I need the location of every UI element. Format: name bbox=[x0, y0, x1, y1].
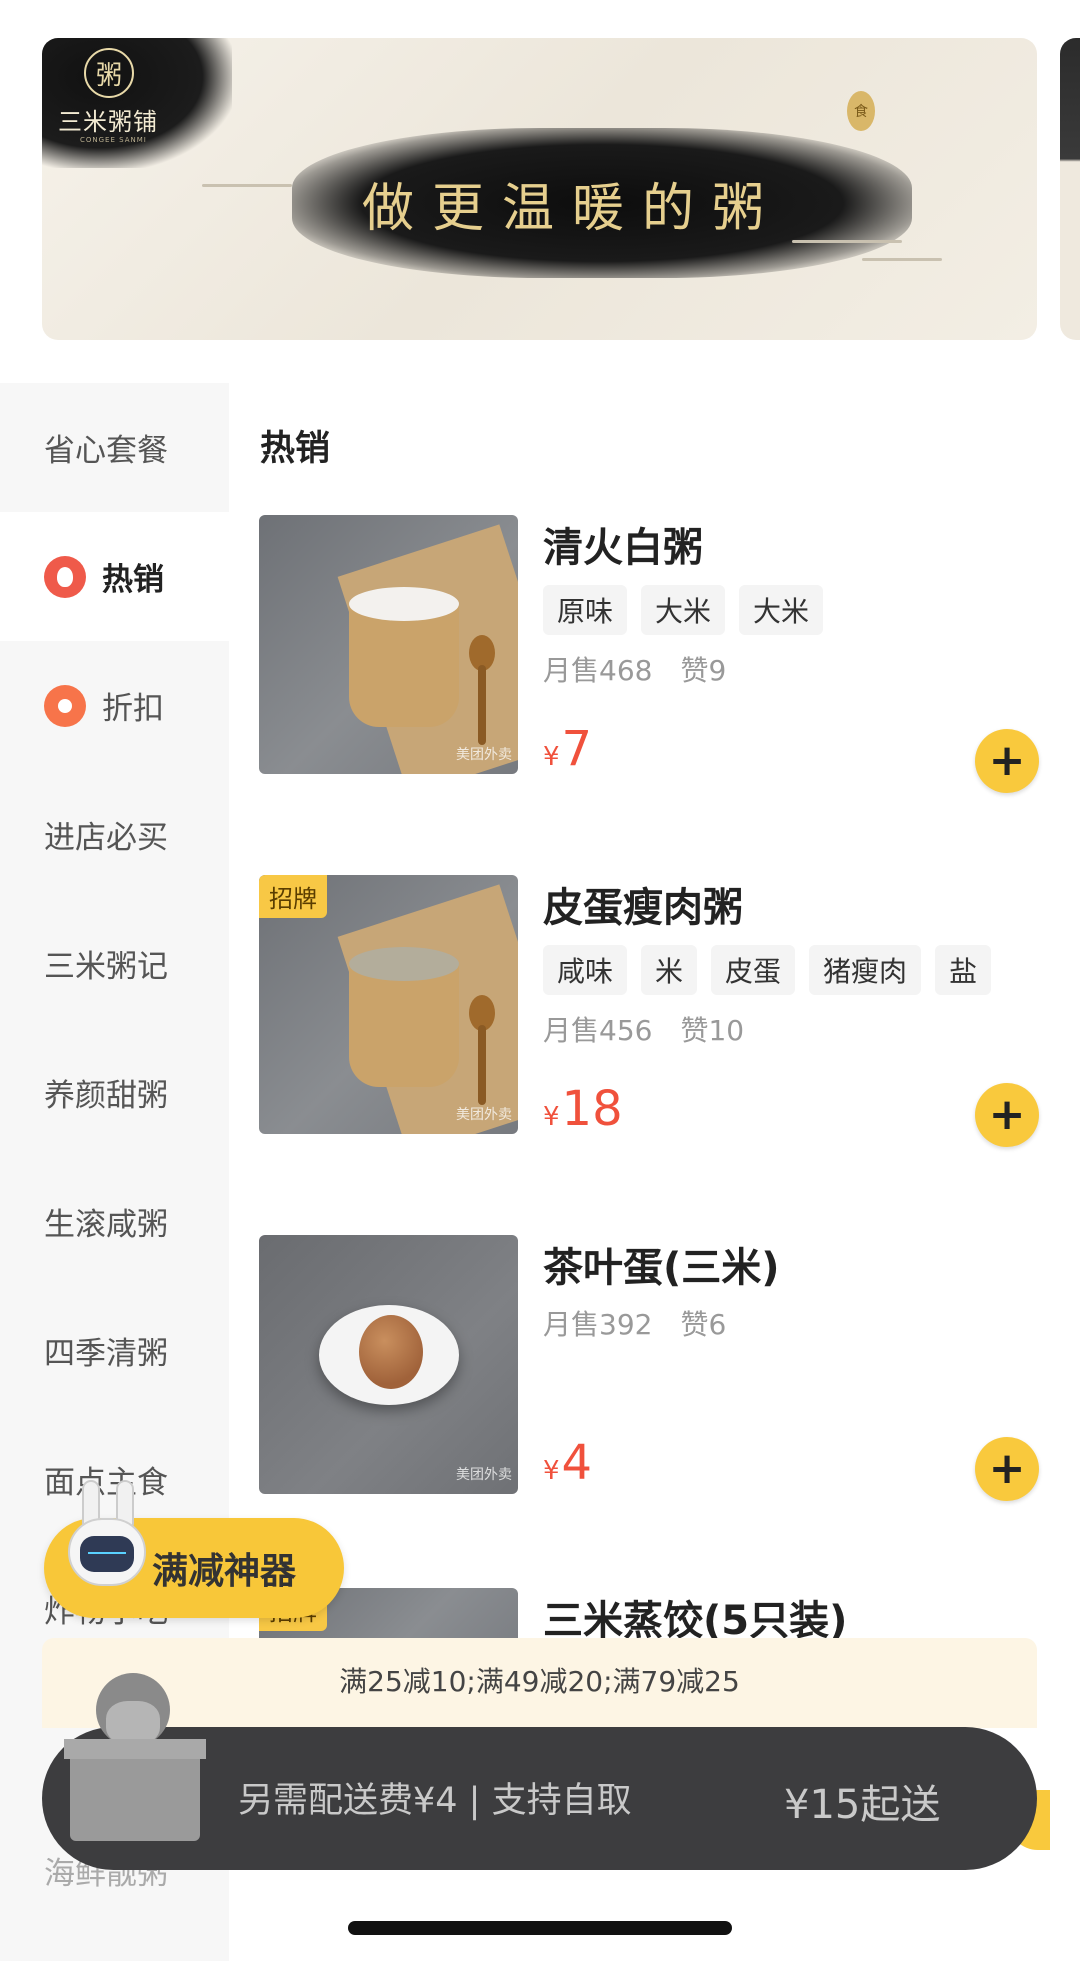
home-indicator[interactable] bbox=[348, 1921, 732, 1935]
robot-face-decoration bbox=[80, 1536, 134, 1572]
promo-label: 满减神器 bbox=[152, 1551, 297, 1592]
brand-logo-icon: 粥 bbox=[84, 48, 134, 98]
likes-count: 赞9 bbox=[680, 654, 727, 687]
product-tags: 原味 大米 大米 bbox=[543, 585, 824, 635]
add-to-cart-button[interactable]: + bbox=[975, 1083, 1039, 1147]
banner-slogan: 做更温暖的粥 bbox=[362, 179, 783, 239]
likes-count: 赞10 bbox=[680, 1014, 745, 1047]
robot-pulse-decoration bbox=[88, 1552, 126, 1554]
price-value: 4 bbox=[561, 1435, 593, 1491]
sidebar-item-must-buy[interactable]: 进店必买 bbox=[0, 770, 229, 899]
add-to-cart-button[interactable]: + bbox=[975, 729, 1039, 793]
cloud-line-decoration bbox=[792, 240, 902, 243]
sidebar-item-label: 热销 bbox=[102, 562, 164, 598]
sidebar-item-label: 省心套餐 bbox=[44, 433, 168, 469]
brand-english-name: CONGEE SANMI bbox=[80, 136, 147, 144]
product-tag: 原味 bbox=[543, 585, 628, 635]
sidebar-item-sanmi-congee[interactable]: 三米粥记 bbox=[0, 899, 229, 1028]
sidebar-item-discount[interactable]: 折扣 bbox=[0, 641, 229, 770]
price-value: 7 bbox=[561, 721, 593, 777]
discount-helper-button[interactable]: 满减神器 bbox=[44, 1480, 344, 1618]
section-title: 热销 bbox=[260, 429, 331, 469]
sidebar-item-label: 折扣 bbox=[102, 691, 164, 727]
cloud-line-decoration bbox=[202, 184, 292, 187]
next-banner-peek[interactable] bbox=[1060, 38, 1080, 340]
sidebar-item-label: 三米粥记 bbox=[44, 949, 168, 985]
monthly-sales: 月售468 bbox=[543, 654, 653, 687]
product-price: ¥18 bbox=[543, 1081, 623, 1137]
product-price: ¥4 bbox=[543, 1435, 592, 1491]
store-banner[interactable]: 粥 三米粥铺 CONGEE SANMI 做更温暖的粥 食 bbox=[42, 38, 1037, 340]
product-tag: 皮蛋 bbox=[711, 945, 796, 995]
image-watermark: 美团外卖 bbox=[456, 1467, 512, 1483]
tea-egg-decoration bbox=[359, 1315, 423, 1389]
product-tags: 咸味 米 皮蛋 猪瘦肉 盐 bbox=[543, 945, 992, 995]
sidebar-item-label: 四季清粥 bbox=[44, 1336, 168, 1372]
product-image[interactable]: 招牌 美团外卖 bbox=[259, 875, 518, 1134]
rice-congee-decoration bbox=[349, 587, 459, 621]
product-tag: 咸味 bbox=[543, 945, 628, 995]
sidebar-item-sweet-congee[interactable]: 养颜甜粥 bbox=[0, 1028, 229, 1157]
monthly-sales: 月售392 bbox=[543, 1308, 653, 1341]
courier-box-lid-decoration bbox=[64, 1739, 206, 1759]
currency-symbol: ¥ bbox=[543, 1456, 560, 1486]
product-stats: 月售468 赞9 bbox=[543, 649, 726, 689]
product-card[interactable]: 美团外卖 清火白粥 原味 大米 大米 月售468 赞9 ¥7 + bbox=[259, 515, 1039, 793]
delivery-fee-info: 另需配送费¥4 | 支持自取 bbox=[238, 1781, 632, 1821]
price-value: 18 bbox=[561, 1081, 623, 1137]
sidebar-item-hot[interactable]: 热销 bbox=[0, 512, 229, 641]
image-watermark: 美团外卖 bbox=[456, 1107, 512, 1123]
minimum-order: ¥15起送 bbox=[784, 1782, 941, 1828]
product-stats: 月售392 赞6 bbox=[543, 1303, 726, 1343]
spoon-handle-decoration bbox=[478, 665, 486, 745]
discount-tag-icon bbox=[44, 684, 86, 727]
product-name: 茶叶蛋(三米) bbox=[543, 1245, 780, 1291]
product-name: 清火白粥 bbox=[543, 525, 703, 571]
monthly-sales: 月售456 bbox=[543, 1014, 653, 1047]
store-menu-page: 粥 三米粥铺 CONGEE SANMI 做更温暖的粥 食 省心套餐 热销 折扣 … bbox=[0, 0, 1080, 1961]
likes-count: 赞6 bbox=[680, 1308, 727, 1341]
product-tag: 大米 bbox=[641, 585, 726, 635]
product-image[interactable]: 美团外卖 bbox=[259, 515, 518, 774]
seal-stamp-icon: 食 bbox=[847, 91, 875, 131]
currency-symbol: ¥ bbox=[543, 1102, 560, 1132]
spoon-handle-decoration bbox=[478, 1025, 486, 1105]
sidebar-item-label: 生滚咸粥 bbox=[44, 1207, 168, 1243]
product-tag: 大米 bbox=[739, 585, 824, 635]
product-price: ¥7 bbox=[543, 721, 592, 777]
product-stats: 月售456 赞10 bbox=[543, 1009, 744, 1049]
product-image[interactable]: 美团外卖 bbox=[259, 1235, 518, 1494]
flame-icon bbox=[44, 555, 86, 598]
product-card[interactable]: 招牌 美团外卖 皮蛋瘦肉粥 咸味 米 皮蛋 猪瘦肉 盐 月售456 赞10 ¥18… bbox=[259, 875, 1039, 1147]
product-tag: 盐 bbox=[935, 945, 992, 995]
robot-mascot-icon bbox=[62, 1480, 152, 1608]
sidebar-item-set-meals[interactable]: 省心套餐 bbox=[0, 383, 229, 512]
discount-rules-text: 满25减10;满49减20;满79减25 bbox=[339, 1665, 740, 1698]
product-tag: 米 bbox=[641, 945, 698, 995]
cloud-line-decoration bbox=[862, 258, 942, 261]
sidebar-item-label: 养颜甜粥 bbox=[44, 1078, 168, 1114]
pork-congee-decoration bbox=[349, 947, 459, 981]
add-to-cart-button[interactable]: + bbox=[975, 1437, 1039, 1501]
product-name: 皮蛋瘦肉粥 bbox=[543, 885, 743, 931]
sidebar-item-seasonal-congee[interactable]: 四季清粥 bbox=[0, 1286, 229, 1415]
brand-name: 三米粥铺 bbox=[58, 108, 158, 136]
delivery-courier-icon[interactable] bbox=[52, 1673, 212, 1841]
product-tag: 猪瘦肉 bbox=[809, 945, 922, 995]
sidebar-item-label: 进店必买 bbox=[44, 820, 168, 856]
image-watermark: 美团外卖 bbox=[456, 747, 512, 763]
signature-badge: 招牌 bbox=[259, 875, 327, 918]
currency-symbol: ¥ bbox=[543, 742, 560, 772]
product-card[interactable]: 美团外卖 茶叶蛋(三米) 月售392 赞6 ¥4 + bbox=[259, 1235, 1039, 1501]
sidebar-item-savory-congee[interactable]: 生滚咸粥 bbox=[0, 1157, 229, 1286]
